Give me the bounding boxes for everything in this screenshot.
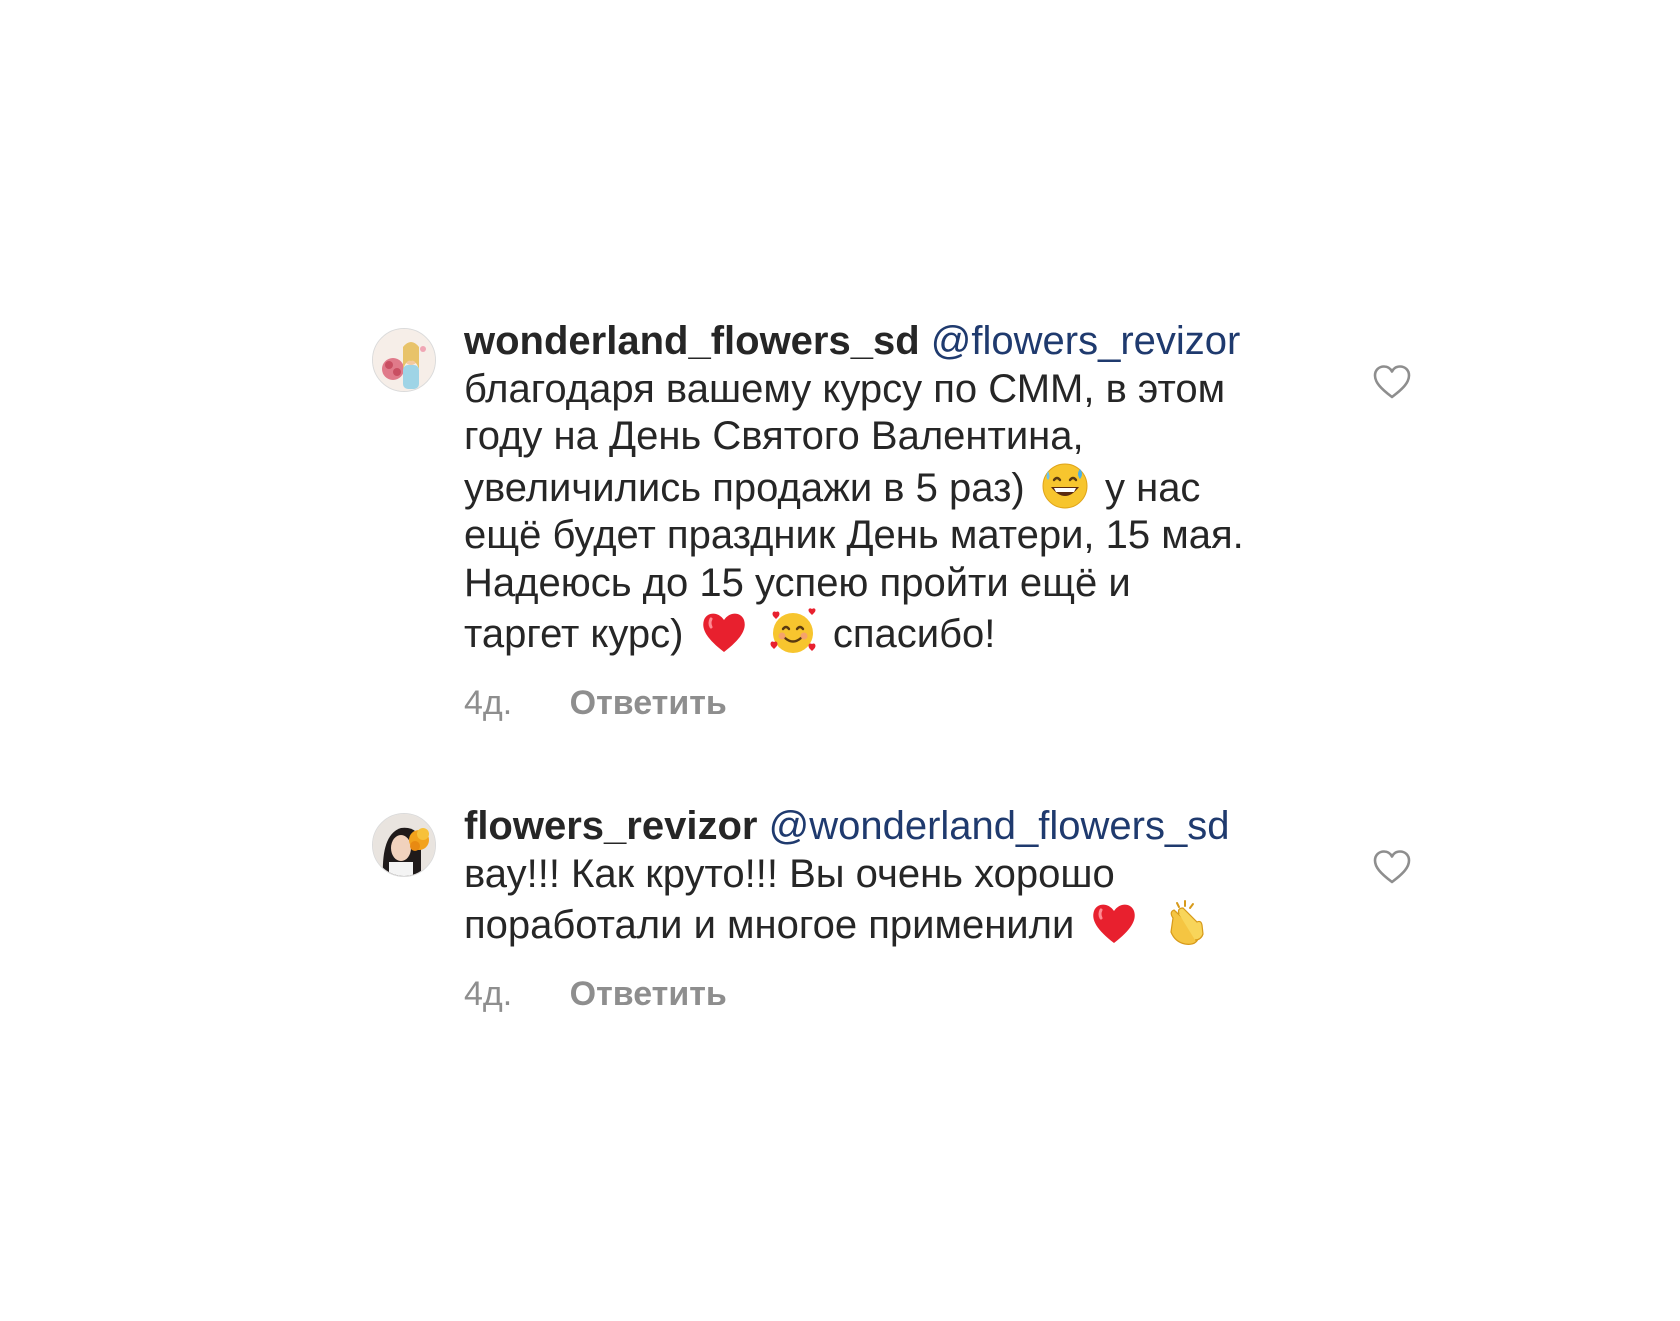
comment-content: flowers_revizor @wonderland_flowers_sd в… — [464, 803, 1314, 1014]
comment-timestamp: 4д. — [464, 974, 513, 1013]
grinning-sweat-emoji — [1040, 461, 1090, 511]
comment-text: flowers_revizor @wonderland_flowers_sd в… — [464, 803, 1314, 950]
comment-timestamp: 4д. — [464, 683, 513, 722]
comment-meta: 4д. Ответить — [464, 683, 1314, 723]
comment-username[interactable]: wonderland_flowers_sd — [464, 319, 920, 363]
avatar[interactable] — [372, 328, 436, 392]
comment-text: wonderland_flowers_sd @flowers_revizor б… — [464, 318, 1314, 659]
red-heart-emoji — [699, 607, 749, 657]
comment-username[interactable]: flowers_revizor — [464, 804, 757, 848]
avatar[interactable] — [372, 813, 436, 877]
comment-mention[interactable]: @wonderland_flowers_sd — [769, 804, 1230, 848]
comment-text-line: ещё будет праздник День матери, 15 мая. — [464, 513, 1244, 557]
heart-outline-icon[interactable] — [1372, 849, 1412, 885]
reply-button[interactable]: Ответить — [570, 683, 727, 723]
red-heart-emoji — [1089, 898, 1139, 948]
heart-outline-icon[interactable] — [1372, 364, 1412, 400]
comment-text-line: году на День Святого Валентина, — [464, 414, 1084, 458]
comment-mention[interactable]: @flowers_revizor — [931, 319, 1241, 363]
comment-text-line: благодаря вашему курсу по СММ, в этом — [464, 366, 1226, 411]
comment-meta: 4д. Ответить — [464, 974, 1314, 1014]
comment-text-line: спасибо! — [832, 612, 996, 656]
comment-text-line: таргет курс) — [464, 612, 684, 656]
comment-content: wonderland_flowers_sd @flowers_revizor б… — [464, 318, 1314, 723]
comment-text-line: Надеюсь до 15 успею пройти ещё и — [464, 560, 1131, 605]
comment-text-line: увеличились продажи в 5 раз) — [464, 465, 1025, 510]
comment-text-line: у нас — [1104, 465, 1201, 510]
comment-text-line: поработали и многое применили — [464, 903, 1075, 947]
smiling-face-with-hearts-emoji — [768, 607, 818, 657]
reply-button[interactable]: Ответить — [570, 974, 727, 1014]
comment-text-line: вау!!! Как круто!!! Вы очень хорошо — [464, 851, 1115, 896]
clapping-hands-emoji — [1159, 898, 1209, 948]
